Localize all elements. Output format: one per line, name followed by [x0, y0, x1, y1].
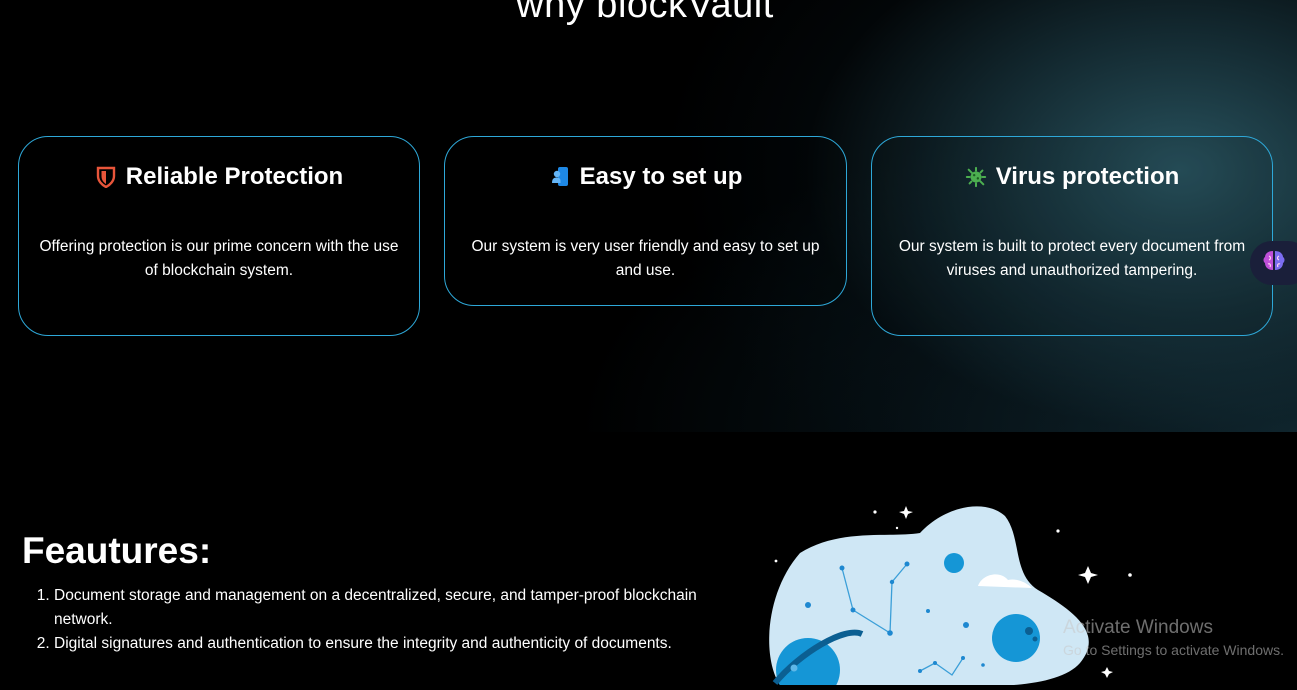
card-description: Our system is very user friendly and eas… — [471, 238, 820, 279]
card-virus-protection: Virus protection Our system is built to … — [871, 136, 1273, 336]
why-blockvault-section: why blockVault Reliable Protection Offer… — [0, 0, 1297, 432]
user-setup-icon — [549, 165, 571, 189]
card-header: Easy to set up — [445, 163, 846, 191]
card-easy-setup: Easy to set up Our system is very user f… — [444, 136, 847, 306]
card-header: Reliable Protection — [19, 163, 419, 191]
card-title: Easy to set up — [579, 163, 743, 190]
why-blockvault-title: why blockVault — [516, 0, 774, 26]
card-header: Virus protection — [872, 163, 1272, 191]
card-title: Virus protection — [995, 163, 1180, 190]
shield-icon — [95, 165, 117, 189]
windows-activation-watermark: Activate Windows Go to Settings to activ… — [1063, 616, 1284, 660]
watermark-subtitle: Go to Settings to activate Windows. — [1063, 642, 1284, 658]
watermark-title: Activate Windows — [1063, 617, 1213, 638]
card-description: Our system is built to protect every doc… — [898, 238, 1246, 279]
feature-item: Digital signatures and authentication to… — [54, 632, 714, 656]
features-heading: Feautures: — [22, 530, 212, 571]
card-description: Offering protection is our prime concern… — [39, 238, 399, 279]
features-list: Document storage and management on a dec… — [0, 584, 714, 656]
assistant-widget-button[interactable] — [1250, 241, 1297, 285]
brain-icon — [1261, 248, 1287, 279]
space-planets-illustration — [760, 498, 1160, 690]
feature-item: Document storage and management on a dec… — [54, 584, 714, 632]
virus-icon — [965, 165, 987, 189]
card-reliable-protection: Reliable Protection Offering protection … — [18, 136, 420, 336]
card-title: Reliable Protection — [125, 163, 344, 190]
